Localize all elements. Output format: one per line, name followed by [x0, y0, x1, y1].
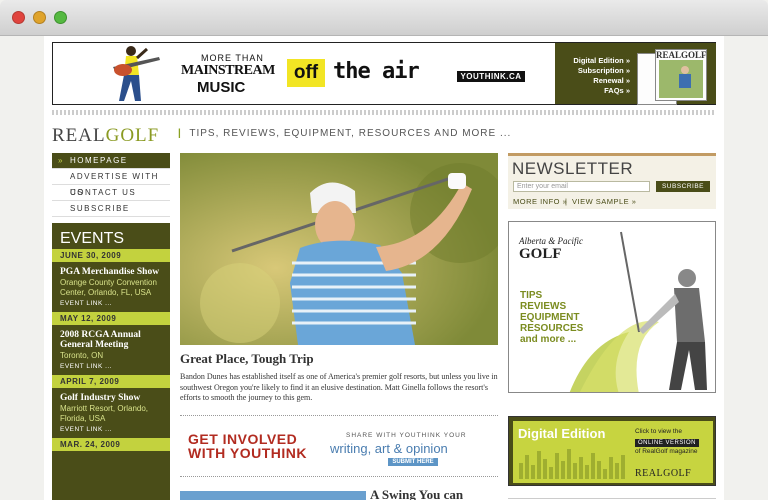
- tagline-text: TIPS, REVIEWS, EQUIPMENT, RESOURCES AND …: [189, 128, 512, 139]
- email-field[interactable]: Enter your email: [513, 181, 650, 192]
- site-logo[interactable]: REALGOLF: [52, 125, 159, 147]
- story-title[interactable]: Great Place, Tough Trip: [180, 351, 314, 367]
- close-window-button[interactable]: [12, 11, 25, 24]
- minimize-window-button[interactable]: [33, 11, 46, 24]
- promo-line-1: GET INVOLVED: [188, 431, 298, 447]
- logo-real: REAL: [52, 125, 106, 146]
- top-banner-ad[interactable]: MORE THAN MAINSTREAM MUSIC off the air Y…: [52, 42, 716, 105]
- more-info-link[interactable]: MORE INFO »: [513, 197, 567, 206]
- nav-contact[interactable]: CONTACT US: [52, 185, 170, 201]
- digital-rest-text: of RealGolf magazine: [635, 448, 698, 455]
- promo-big-text: writing, art & opinion: [330, 441, 448, 456]
- ad-feature-item: TIPS: [520, 290, 543, 301]
- digital-edition-box[interactable]: Digital Edition Click to view the ONLINE…: [508, 416, 716, 486]
- event-location: Toronto, ON: [60, 351, 104, 360]
- nav-advertise[interactable]: ADVERTISE WITH US: [52, 169, 170, 197]
- event-title[interactable]: 2008 RCGA Annual General Meeting: [52, 325, 170, 350]
- digital-edition-title: Digital Edition: [518, 426, 606, 441]
- ad-feature-item: REVIEWS: [520, 301, 567, 312]
- youthink-promo-banner[interactable]: GET INVOLVED WITH YOUTHINK SHARE WITH YO…: [180, 426, 498, 468]
- digital-edition-link[interactable]: Digital Edition »: [573, 56, 630, 65]
- cover-golfer-image: [659, 60, 703, 98]
- site-tagline: | TIPS, REVIEWS, EQUIPMENT, RESOURCES AN…: [178, 128, 512, 139]
- event-location: Orange County Convention Center, Orlando…: [60, 278, 157, 297]
- ad-feature-list: TIPS REVIEWS EQUIPMENT RESOURCES and mor…: [520, 290, 583, 345]
- divider: [180, 415, 498, 416]
- digital-logo: REALGOLF: [635, 468, 692, 479]
- promo-small-text: SHARE WITH YOUTHINK YOUR: [346, 432, 467, 439]
- view-sample-link[interactable]: VIEW SAMPLE »: [572, 197, 636, 206]
- banner-line-2: MAINSTREAM: [181, 63, 275, 78]
- banner-divider: [52, 110, 716, 115]
- event-title[interactable]: PGA Merchandise Show: [52, 262, 170, 277]
- second-story-title[interactable]: A Swing You can: [370, 487, 463, 500]
- golfer-photo: [180, 153, 498, 345]
- event-date: MAR. 24, 2009: [52, 438, 170, 451]
- banner-line-1: MORE THAN: [201, 53, 264, 63]
- nav-subscribe[interactable]: SUBSCRIBE: [52, 201, 170, 217]
- event-date: JUNE 30, 2009: [52, 249, 170, 262]
- event-item: MAY 12, 2009 2008 RCGA Annual General Me…: [52, 312, 170, 375]
- banner-line-3: MUSIC: [197, 79, 246, 96]
- digital-edition-inner: Digital Edition Click to view the ONLINE…: [513, 421, 713, 483]
- renewal-link[interactable]: Renewal »: [593, 76, 630, 85]
- event-location: Marriott Resort, Orlando, Florida, USA: [60, 404, 149, 423]
- title-bar: [0, 0, 768, 36]
- ad-feature-item: RESOURCES: [520, 323, 584, 334]
- divider: [508, 498, 716, 499]
- promo-line-2: WITH YOUTHINK: [188, 445, 308, 461]
- golf-magazine-ad[interactable]: Alberta & Pacific GOLF TIPS REVIEWS EQUI…: [508, 221, 716, 393]
- ad-feature-item: EQUIPMENT: [520, 312, 580, 323]
- featured-story-image[interactable]: [180, 153, 498, 345]
- story-summary: Bandon Dunes has established itself as o…: [180, 372, 498, 402]
- event-date: MAY 12, 2009: [52, 312, 170, 325]
- ad-brand: Alberta & Pacific: [519, 236, 583, 246]
- subscription-link[interactable]: Subscription »: [578, 66, 630, 75]
- event-title[interactable]: Golf Industry Show: [52, 388, 170, 403]
- banner-off-label: off: [287, 59, 325, 87]
- left-navigation: » HOMEPAGE ADVERTISE WITH US CONTACT US S…: [52, 153, 170, 217]
- magazine-covers[interactable]: REALGOLF: [637, 47, 713, 105]
- newsletter-heading: NEWSLETTER: [512, 159, 634, 178]
- event-date: APRIL 7, 2009: [52, 375, 170, 388]
- ad-title: GOLF: [519, 246, 562, 262]
- equalizer-graphic: [519, 449, 625, 479]
- banner-site-label: YOUTHINK.CA: [457, 71, 525, 82]
- event-item: MAR. 24, 2009: [52, 438, 170, 451]
- event-item: APRIL 7, 2009 Golf Industry Show Marriot…: [52, 375, 170, 438]
- event-item: JUNE 30, 2009 PGA Merchandise Show Orang…: [52, 249, 170, 312]
- event-link[interactable]: EVENT LINK ...: [52, 424, 170, 438]
- chevron-right-icon: »: [58, 156, 64, 165]
- events-panel: EVENTS JUNE 30, 2009 PGA Merchandise Sho…: [52, 223, 170, 500]
- ad-feature-item: and more ...: [520, 334, 577, 345]
- magazine-cover-front: REALGOLF: [655, 49, 707, 101]
- promo-submit-button[interactable]: SUBMIT HERE: [388, 458, 438, 466]
- browser-window: MORE THAN MAINSTREAM MUSIC off the air Y…: [0, 0, 768, 500]
- events-heading: EVENTS: [52, 223, 170, 249]
- event-link[interactable]: EVENT LINK ...: [52, 298, 170, 312]
- zoom-window-button[interactable]: [54, 11, 67, 24]
- link-separator: |: [565, 197, 567, 206]
- digital-click-text: Click to view the: [635, 428, 682, 435]
- logo-golf: GOLF: [105, 125, 160, 146]
- magazine-cover-title: REALGOLF: [656, 50, 707, 60]
- event-link[interactable]: EVENT LINK ...: [52, 361, 170, 375]
- subscribe-button[interactable]: SUBSCRIBE: [656, 181, 710, 192]
- banner-the-air: the air: [333, 59, 420, 84]
- divider: [180, 476, 498, 477]
- magazine-links-panel: Digital Edition » Subscription » Renewal…: [555, 43, 716, 105]
- guitarist-image: [113, 46, 160, 101]
- online-version-button[interactable]: ONLINE VERSION: [635, 439, 700, 447]
- newsletter-box: NEWSLETTER Enter your email SUBSCRIBE MO…: [508, 153, 716, 209]
- nav-homepage[interactable]: » HOMEPAGE: [52, 153, 170, 169]
- faqs-link[interactable]: FAQs »: [604, 86, 630, 95]
- web-page: MORE THAN MAINSTREAM MUSIC off the air Y…: [44, 36, 724, 500]
- second-story-thumbnail[interactable]: [180, 491, 366, 500]
